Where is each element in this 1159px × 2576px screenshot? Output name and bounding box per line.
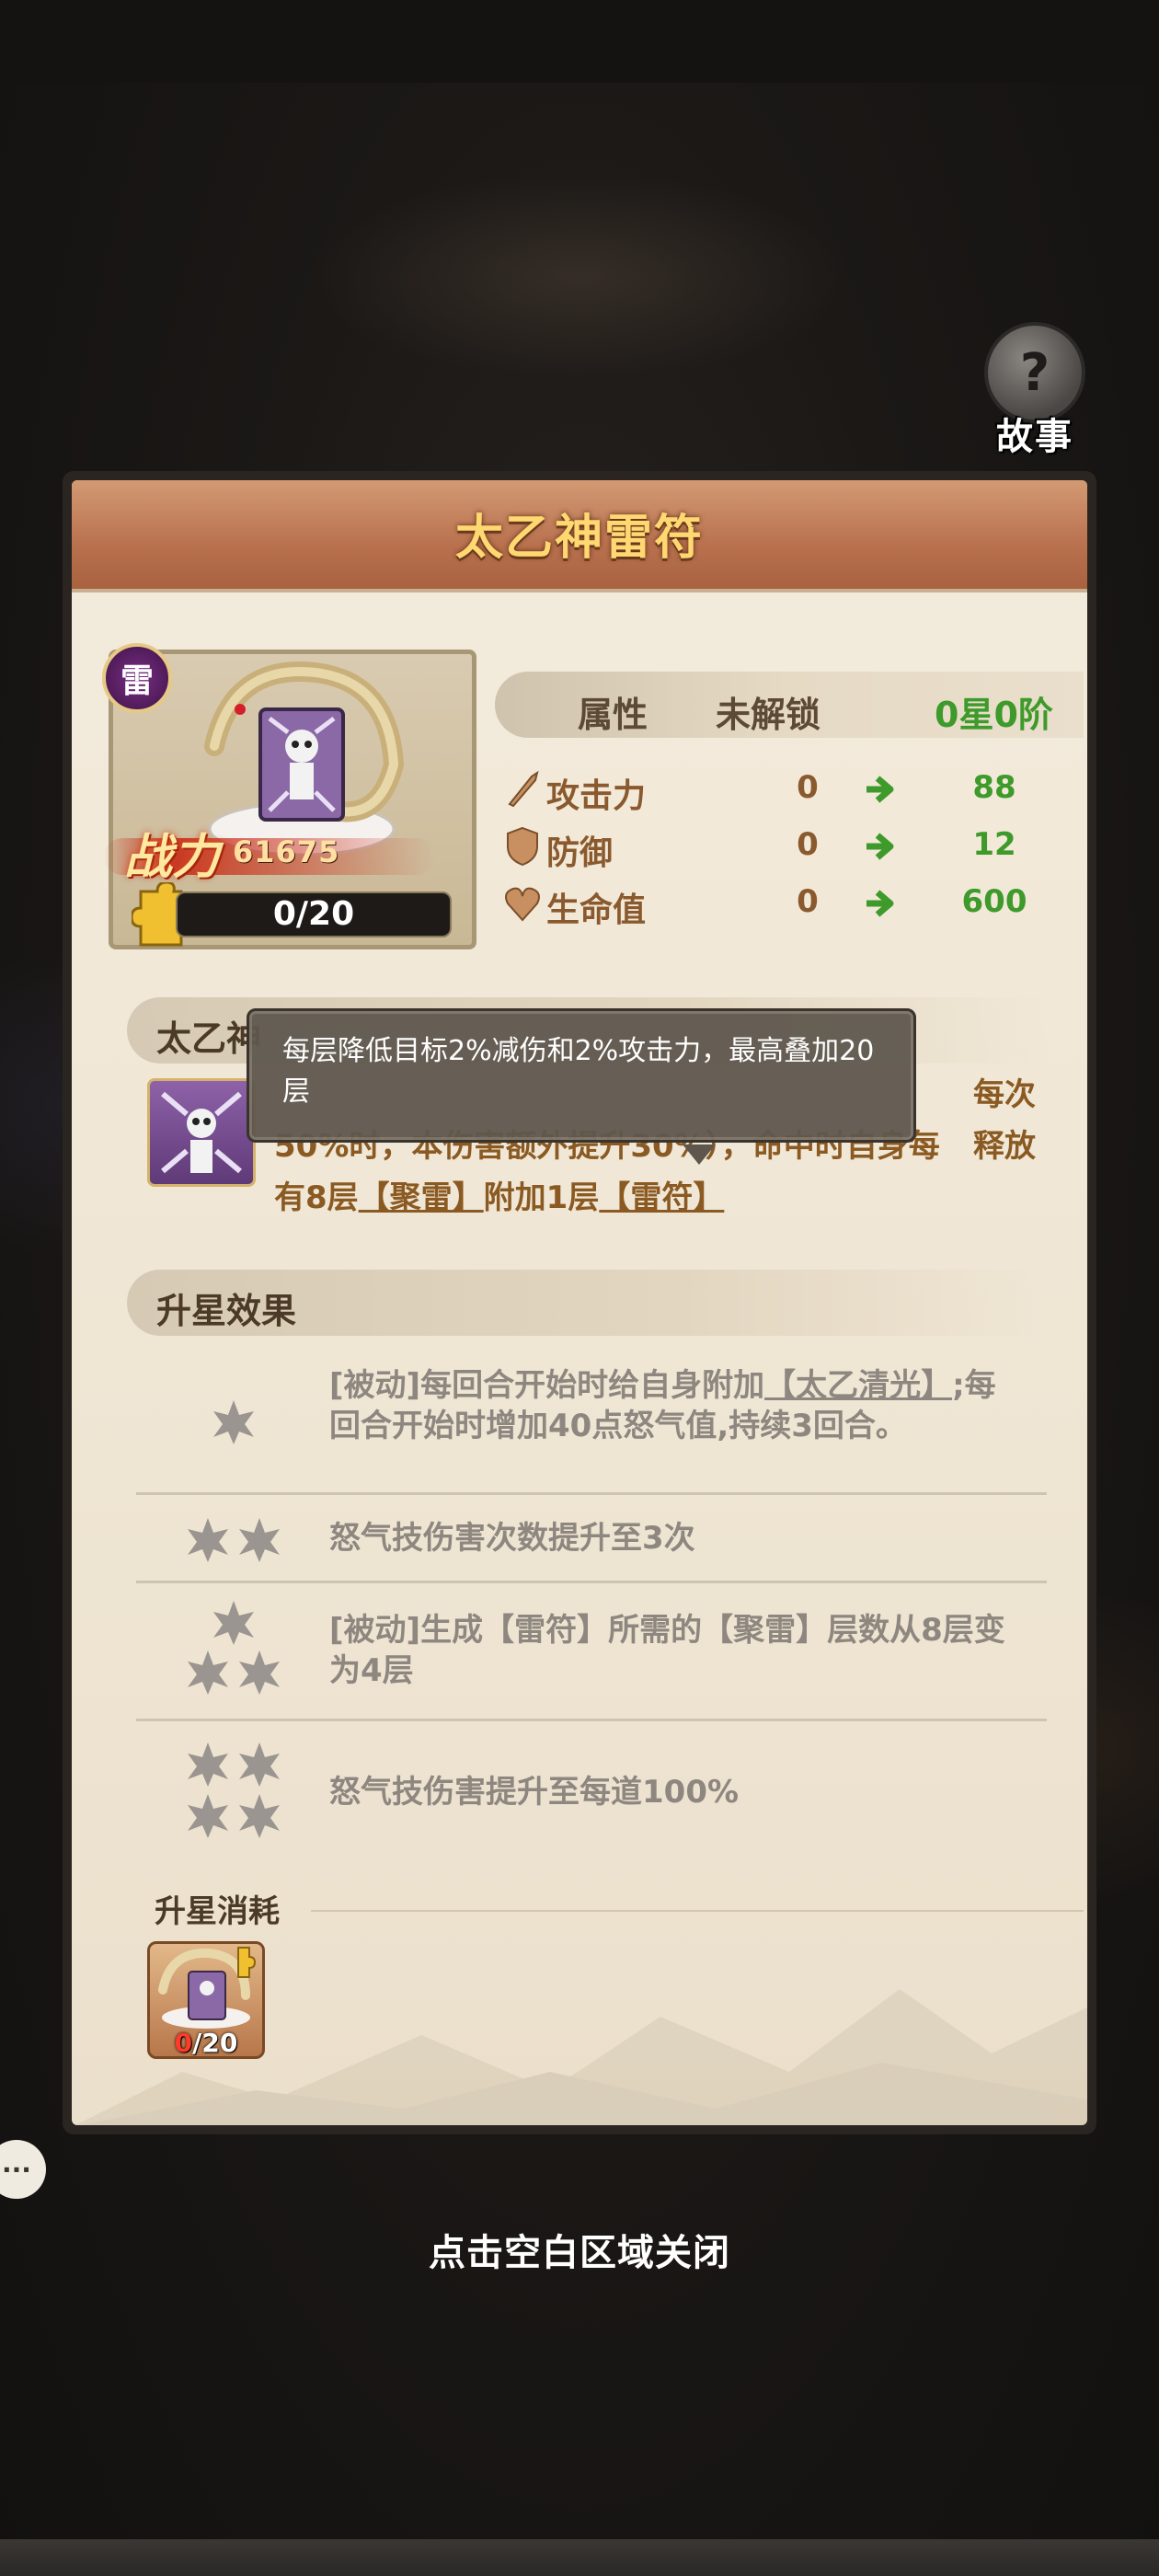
star-effect-4: 怒气技伤害提升至每道100% bbox=[127, 1724, 1047, 1862]
attr-next: 12 bbox=[972, 826, 1016, 863]
detail-card: 太乙神雷符 雷 战力 61675 0/20 属性 未解锁 0星0阶 攻击力 0 … bbox=[63, 471, 1096, 2134]
attr-next: 600 bbox=[961, 883, 1027, 920]
star-icon bbox=[188, 1650, 228, 1695]
attr-current: 0 bbox=[797, 769, 819, 806]
star-icon bbox=[188, 1794, 228, 1838]
card-body: 太乙神雷符 雷 战力 61675 0/20 属性 未解锁 0星0阶 攻击力 0 … bbox=[72, 480, 1087, 2125]
element-badge: 雷 bbox=[102, 643, 172, 713]
status-bar bbox=[0, 0, 1159, 83]
divider bbox=[136, 1719, 1047, 1721]
skill-desc-line3: 有8层【聚雷】附加1层【雷符】 bbox=[274, 1179, 725, 1216]
arrow-right-icon bbox=[866, 890, 894, 917]
attribute-header: 属性 未解锁 0星0阶 bbox=[495, 672, 1084, 738]
skill-desc-fragment: 每次释放 bbox=[973, 1076, 1036, 1165]
card-title: 太乙神雷符 bbox=[454, 511, 704, 566]
attr-header-locked: 未解锁 bbox=[716, 695, 821, 735]
cost-count: 0/20 bbox=[174, 2028, 238, 2058]
skill-icon[interactable] bbox=[147, 1078, 256, 1187]
star-icon bbox=[239, 1794, 280, 1838]
talisman-item-icon bbox=[158, 1947, 257, 2029]
star-level-2 bbox=[164, 1498, 302, 1581]
chat-bubble-icon: ··· bbox=[2, 2154, 31, 2185]
star-effect-3: [被动]生成【雷符】所需的【聚雷】层数从8层变为4层 bbox=[127, 1586, 1047, 1719]
star-effect-2: 怒气技伤害次数提升至3次 bbox=[127, 1498, 1047, 1581]
divider bbox=[136, 1492, 1047, 1495]
star-level-3 bbox=[164, 1586, 302, 1719]
star-icon bbox=[188, 1742, 228, 1787]
story-button[interactable]: ? 故事 bbox=[975, 322, 1095, 460]
star-icon bbox=[213, 1400, 254, 1444]
star-level-4 bbox=[164, 1724, 302, 1862]
attr-header-star: 0星0阶 bbox=[935, 695, 1053, 735]
star-icon bbox=[188, 1518, 228, 1562]
star-effect-1: [被动]每回合开始时给自身附加【太乙清光】;每回合开始时增加40点怒气值,持续3… bbox=[127, 1354, 1047, 1492]
shard-progress: 0/20 bbox=[176, 891, 452, 937]
attr-row-defense: 防御 0 12 bbox=[504, 821, 1074, 872]
navigation-bar bbox=[0, 2539, 1159, 2576]
star-effect-desc: 怒气技伤害提升至每道100% bbox=[329, 1774, 740, 1811]
attr-row-hp: 生命值 0 600 bbox=[504, 878, 1074, 929]
attr-current: 0 bbox=[797, 826, 819, 863]
shield-icon bbox=[507, 826, 538, 867]
star-icon bbox=[213, 1601, 254, 1645]
arrow-right-icon bbox=[866, 833, 894, 860]
story-label: 故事 bbox=[996, 416, 1073, 458]
close-hint[interactable]: 点击空白区域关闭 bbox=[0, 2223, 1159, 2276]
power-value: 61675 bbox=[233, 834, 340, 869]
cost-title: 升星消耗 bbox=[155, 1893, 280, 1930]
item-portrait: 雷 战力 61675 0/20 bbox=[102, 643, 476, 949]
star-effect-desc: [被动]生成【雷符】所需的【聚雷】层数从8层变为4层 bbox=[329, 1612, 1005, 1689]
power-label: 战力 bbox=[124, 830, 221, 885]
attr-row-attack: 攻击力 0 88 bbox=[504, 764, 1074, 815]
attr-name: 防御 bbox=[546, 834, 614, 872]
tooltip: 每层降低目标2%减伤和2%攻击力，最高叠加20层 bbox=[247, 1008, 916, 1143]
heart-icon bbox=[505, 887, 540, 922]
star-level-1 bbox=[164, 1354, 302, 1492]
talisman-icon bbox=[161, 1091, 242, 1174]
star-effect-desc: [被动]每回合开始时给自身附加【太乙清光】;每回合开始时增加40点怒气值,持续3… bbox=[329, 1367, 996, 1444]
star-icon bbox=[239, 1742, 280, 1787]
link-taiyi-qingguang[interactable]: 【太乙清光】 bbox=[764, 1367, 952, 1404]
dragon-talisman-icon bbox=[204, 661, 405, 857]
divider bbox=[136, 1581, 1047, 1583]
attr-name: 攻击力 bbox=[546, 777, 647, 815]
attr-header-attr: 属性 bbox=[578, 695, 648, 735]
link-juleI[interactable]: 【聚雷】 bbox=[359, 1179, 484, 1216]
card-header: 太乙神雷符 bbox=[72, 480, 1087, 592]
attr-current: 0 bbox=[797, 883, 819, 920]
cost-divider bbox=[311, 1910, 1084, 1912]
skill-title: 太乙神 bbox=[156, 1018, 262, 1059]
star-icon bbox=[239, 1650, 280, 1695]
star-effects-header: 升星效果 bbox=[127, 1270, 1047, 1336]
attr-next: 88 bbox=[972, 769, 1016, 806]
star-icon bbox=[239, 1518, 280, 1562]
sword-icon bbox=[508, 770, 539, 808]
star-effects-title: 升星效果 bbox=[156, 1291, 297, 1331]
arrow-right-icon bbox=[866, 776, 894, 803]
link-leifu[interactable]: 【雷符】 bbox=[599, 1179, 724, 1216]
star-effect-desc: 怒气技伤害次数提升至3次 bbox=[329, 1520, 695, 1557]
tooltip-pointer bbox=[683, 1144, 716, 1165]
attr-name: 生命值 bbox=[546, 891, 647, 929]
